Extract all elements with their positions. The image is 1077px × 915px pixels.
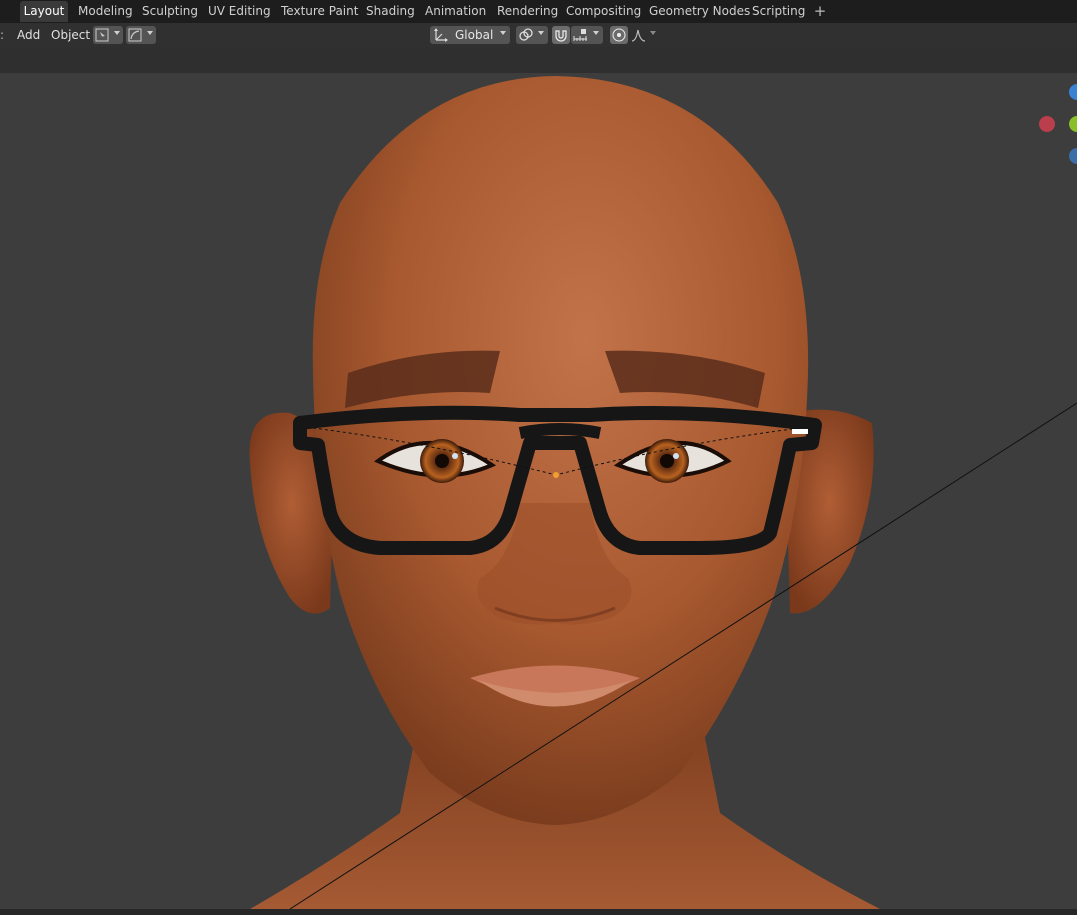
add-workspace-button[interactable]: + xyxy=(812,1,828,22)
magnet-icon xyxy=(555,30,567,42)
snap-increment-icon xyxy=(573,29,587,41)
left-pupil xyxy=(435,454,449,468)
tab-shading[interactable]: Shading xyxy=(366,1,415,22)
proportional-falloff-dropdown[interactable] xyxy=(629,26,659,44)
pivot-point-dropdown[interactable] xyxy=(516,26,548,44)
workspace-tab-bar: Layout Modeling Sculpting UV Editing Tex… xyxy=(0,0,1077,23)
transform-orientation-dropdown[interactable]: Global xyxy=(430,26,510,44)
selection-marker xyxy=(792,429,808,434)
curve-icon xyxy=(128,28,142,42)
viewport-header: : Add Object Global xyxy=(0,23,1077,47)
tab-modeling[interactable]: Modeling xyxy=(78,1,133,22)
snap-toggle[interactable] xyxy=(552,26,570,44)
head xyxy=(312,76,809,825)
menu-edge-marker: : xyxy=(0,28,5,42)
3d-viewport[interactable] xyxy=(0,73,1077,909)
character-render xyxy=(249,76,1077,909)
select-box-icon xyxy=(95,28,109,42)
status-bar xyxy=(0,909,1077,915)
falloff-curve-icon xyxy=(631,29,646,42)
snap-curve-dropdown[interactable] xyxy=(126,26,156,44)
tab-sculpting[interactable]: Sculpting xyxy=(142,1,198,22)
tab-rendering[interactable]: Rendering xyxy=(497,1,558,22)
proportional-edit-icon xyxy=(612,28,626,42)
right-eye-highlight xyxy=(673,453,679,459)
select-mode-dropdown[interactable] xyxy=(93,26,123,44)
origin-point xyxy=(553,472,559,478)
right-pupil xyxy=(660,454,674,468)
chevron-down-icon xyxy=(500,31,506,35)
proportional-editing-toggle[interactable] xyxy=(610,26,628,44)
chevron-down-icon xyxy=(538,31,544,35)
link-icon xyxy=(519,28,533,41)
orientation-axes-icon xyxy=(434,28,448,42)
transform-orientation-value: Global xyxy=(455,28,494,42)
tab-uv-editing[interactable]: UV Editing xyxy=(208,1,271,22)
tab-layout[interactable]: Layout xyxy=(20,1,68,22)
chevron-down-icon xyxy=(147,31,153,35)
viewport-tool-header xyxy=(0,47,1077,73)
tab-texture-paint[interactable]: Texture Paint xyxy=(281,1,358,22)
chevron-down-icon xyxy=(593,31,599,35)
tab-compositing[interactable]: Compositing xyxy=(566,1,641,22)
tab-scripting[interactable]: Scripting xyxy=(752,1,805,22)
gizmo-x-axis[interactable] xyxy=(1039,116,1055,132)
left-eye-highlight xyxy=(452,453,458,459)
chevron-down-icon xyxy=(650,31,656,35)
chevron-down-icon xyxy=(114,31,120,35)
tab-animation[interactable]: Animation xyxy=(425,1,486,22)
menu-add[interactable]: Add xyxy=(17,26,40,44)
tab-geometry-nodes[interactable]: Geometry Nodes xyxy=(649,1,750,22)
menu-object[interactable]: Object xyxy=(51,26,90,44)
snap-target-dropdown[interactable] xyxy=(571,26,603,44)
